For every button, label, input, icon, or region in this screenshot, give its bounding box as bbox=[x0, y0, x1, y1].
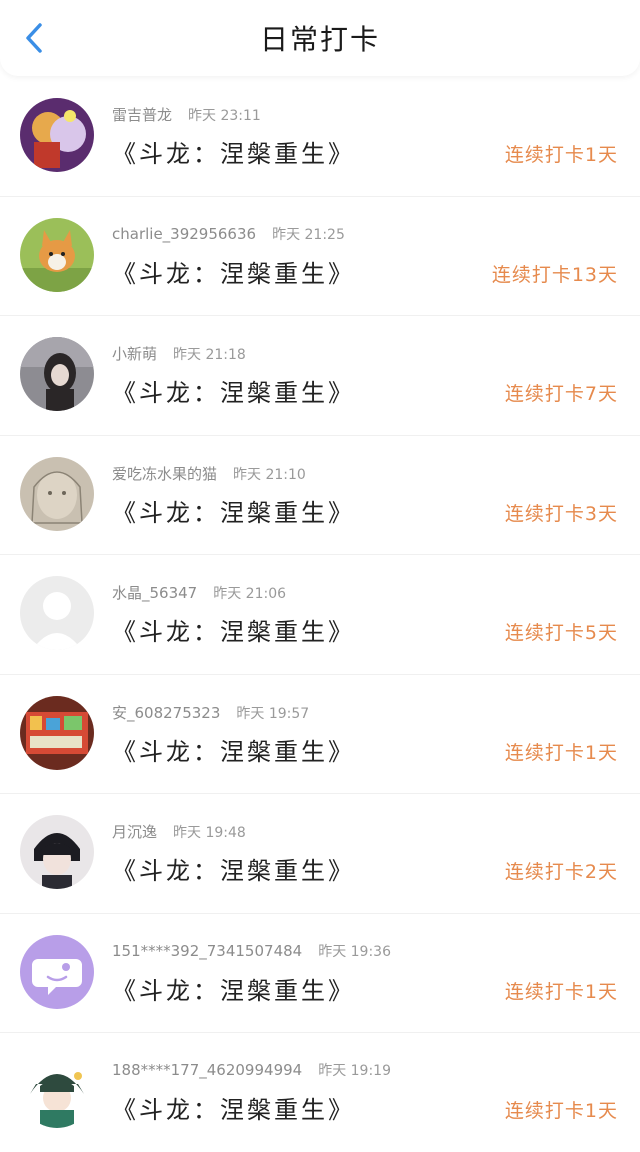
sketch-avatar[interactable] bbox=[20, 456, 94, 531]
username: 水晶_56347 bbox=[112, 584, 198, 602]
checkin-time: 昨天 21:10 bbox=[233, 466, 306, 483]
checkin-time: 昨天 21:18 bbox=[173, 347, 246, 363]
list-item[interactable]: 188****177_4620994994 昨天 19:19 《斗龙：涅槃重生》 … bbox=[0, 1032, 640, 1152]
book-title: 《斗龙：涅槃重生》 bbox=[112, 857, 355, 885]
page-title: 日常打卡 bbox=[259, 23, 380, 56]
user-meta: 爱吃冻水果的猫 昨天 21:10 bbox=[112, 463, 306, 484]
user-meta: 188****177_4620994994 昨天 19:19 bbox=[112, 1060, 391, 1080]
username: 151****392_7341507484 bbox=[112, 941, 303, 960]
book-title: 《斗龙：涅槃重生》 bbox=[112, 1096, 355, 1124]
list-item[interactable]: 爱吃冻水果的猫 昨天 21:10 《斗龙：涅槃重生》 连续打卡3天 bbox=[0, 434, 640, 555]
divider bbox=[0, 195, 640, 197]
streak-label: 连续打卡7天 bbox=[504, 383, 618, 405]
streak-label: 连续打卡1天 bbox=[504, 144, 618, 166]
checkin-list: 雷吉普龙 昨天 23:11 《斗龙：涅槃重生》 连续打卡1天 charlie_39… bbox=[0, 76, 640, 1152]
streak-label: 连续打卡3天 bbox=[504, 502, 618, 525]
book-title: 《斗龙：涅槃重生》 bbox=[112, 379, 355, 407]
list-item[interactable]: 安_608275323 昨天 19:57 《斗龙：涅槃重生》 连续打卡1天 bbox=[0, 673, 640, 794]
username: 雷吉普龙 bbox=[112, 106, 173, 124]
user-meta: 151****392_7341507484 昨天 19:36 bbox=[112, 941, 391, 961]
user-meta: 月沉逸 昨天 19:48 bbox=[112, 821, 246, 842]
shelf-avatar[interactable] bbox=[20, 695, 94, 770]
divider bbox=[0, 554, 640, 555]
username: charlie_392956636 bbox=[112, 224, 257, 243]
divider bbox=[0, 1032, 640, 1033]
divider bbox=[0, 793, 640, 794]
user-meta: 安_608275323 昨天 19:57 bbox=[112, 702, 309, 723]
list-item[interactable]: 小新萌 昨天 21:18 《斗龙：涅槃重生》 连续打卡7天 bbox=[0, 315, 640, 435]
list-item[interactable]: 月沉逸 昨天 19:48 《斗龙：涅槃重生》 连续打卡2天 bbox=[0, 793, 640, 913]
list-item[interactable]: 水晶_56347 昨天 21:06 《斗龙：涅槃重生》 连续打卡5天 bbox=[0, 554, 640, 674]
streak-label: 连续打卡1天 bbox=[504, 980, 618, 1003]
divider bbox=[0, 912, 640, 914]
list-item[interactable]: 151****392_7341507484 昨天 19:36 《斗龙：涅槃重生》 … bbox=[0, 912, 640, 1033]
chevron-left-icon bbox=[26, 23, 42, 53]
user-meta: charlie_392956636 昨天 21:25 bbox=[112, 224, 345, 244]
checkin-time: 昨天 19:19 bbox=[318, 1063, 391, 1079]
back-button[interactable] bbox=[18, 22, 50, 54]
checkin-time: 昨天 19:36 bbox=[318, 943, 391, 960]
checkin-time: 昨天 21:25 bbox=[272, 226, 345, 243]
username: 爱吃冻水果的猫 bbox=[112, 464, 218, 483]
anime-avatar[interactable] bbox=[20, 98, 94, 172]
anime-boy-avatar[interactable] bbox=[20, 1054, 94, 1128]
username: 188****177_4620994994 bbox=[112, 1061, 303, 1079]
user-meta: 水晶_56347 昨天 21:06 bbox=[112, 582, 286, 603]
book-title: 《斗龙：涅槃重生》 bbox=[112, 259, 355, 288]
checkin-time: 昨天 23:11 bbox=[188, 108, 261, 124]
boy-avatar[interactable] bbox=[20, 815, 94, 889]
default-avatar[interactable] bbox=[20, 576, 94, 650]
header: 日常打卡 bbox=[0, 0, 640, 76]
book-title: 《斗龙：涅槃重生》 bbox=[112, 498, 355, 527]
divider bbox=[0, 315, 640, 316]
list-item[interactable]: charlie_392956636 昨天 21:25 《斗龙：涅槃重生》 连续打卡… bbox=[0, 195, 640, 316]
username: 安_608275323 bbox=[112, 703, 221, 722]
checkin-time: 昨天 19:48 bbox=[173, 825, 246, 841]
book-title: 《斗龙：涅槃重生》 bbox=[112, 140, 355, 168]
streak-label: 连续打卡13天 bbox=[491, 263, 618, 286]
book-title: 《斗龙：涅槃重生》 bbox=[112, 618, 355, 646]
book-title: 《斗龙：涅槃重生》 bbox=[112, 737, 355, 766]
divider bbox=[0, 673, 640, 675]
checkin-time: 昨天 19:57 bbox=[236, 705, 310, 722]
list-item[interactable]: 雷吉普龙 昨天 23:11 《斗龙：涅槃重生》 连续打卡1天 bbox=[0, 76, 640, 196]
streak-label: 连续打卡5天 bbox=[504, 622, 618, 644]
streak-label: 连续打卡1天 bbox=[504, 741, 618, 764]
girl-avatar[interactable] bbox=[20, 337, 94, 411]
corgi-avatar[interactable] bbox=[20, 217, 94, 292]
streak-label: 连续打卡2天 bbox=[504, 861, 618, 883]
checkin-time: 昨天 21:06 bbox=[213, 586, 287, 602]
book-title: 《斗龙：涅槃重生》 bbox=[112, 976, 355, 1005]
chat-bubble-avatar[interactable] bbox=[20, 934, 94, 1009]
user-meta: 雷吉普龙 昨天 23:11 bbox=[112, 104, 261, 125]
divider bbox=[0, 434, 640, 436]
username: 月沉逸 bbox=[112, 823, 158, 841]
user-meta: 小新萌 昨天 21:18 bbox=[112, 343, 246, 364]
username: 小新萌 bbox=[112, 345, 158, 363]
streak-label: 连续打卡1天 bbox=[504, 1100, 618, 1122]
